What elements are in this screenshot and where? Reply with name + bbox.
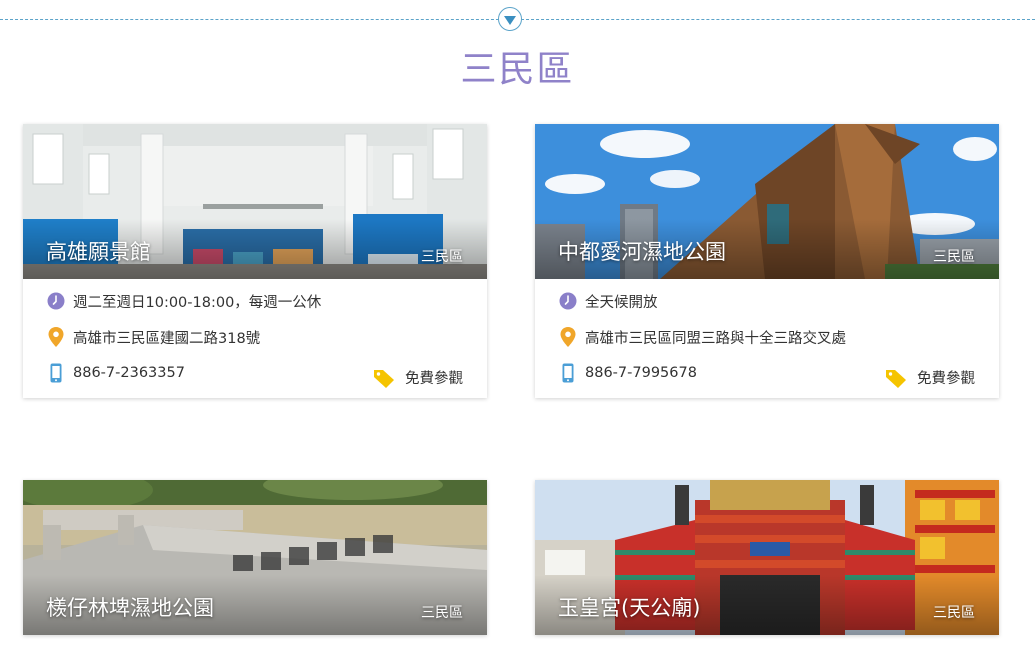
price-tag-icon xyxy=(373,368,395,388)
mobile-phone-icon xyxy=(47,363,65,383)
attraction-card[interactable]: 玉皇宮(天公廟) 三民區 xyxy=(535,480,999,635)
card-image[interactable]: 中都愛河濕地公園 三民區 xyxy=(535,124,999,279)
admission-fee: 免費參觀 xyxy=(373,367,463,388)
clock-icon xyxy=(47,291,65,311)
mobile-phone-icon xyxy=(559,363,577,383)
scroll-down-button[interactable] xyxy=(498,7,522,31)
clock-icon xyxy=(559,291,577,311)
fee-text: 免費參觀 xyxy=(405,371,463,387)
card-info: 週二至週日10:00-18:00，每週一公休 高雄市三民區建國二路318號 88… xyxy=(23,279,487,398)
address: 高雄市三民區同盟三路與十全三路交叉處 xyxy=(559,327,975,347)
district-badge: 三民區 xyxy=(933,249,975,265)
card-title[interactable]: 檨仔林埤濕地公園 xyxy=(46,592,214,622)
card-info: 全天候開放 高雄市三民區同盟三路與十全三路交叉處 886-7-7995678 免… xyxy=(535,279,999,398)
chevron-down-icon xyxy=(504,15,516,25)
phone-text[interactable]: 886-7-7995678 xyxy=(585,365,697,381)
fee-text: 免費參觀 xyxy=(917,371,975,387)
card-image[interactable]: 高雄願景館 三民區 xyxy=(23,124,487,279)
address: 高雄市三民區建國二路318號 xyxy=(47,327,463,347)
district-badge: 三民區 xyxy=(421,605,463,621)
address-text: 高雄市三民區建國二路318號 xyxy=(73,330,261,347)
hours-text: 全天候開放 xyxy=(585,294,658,311)
district-badge: 三民區 xyxy=(421,249,463,265)
opening-hours: 週二至週日10:00-18:00，每週一公休 xyxy=(47,291,463,311)
attraction-card[interactable]: 中都愛河濕地公園 三民區 全天候開放 高雄市三民區同盟三路與十全三路交叉處 88… xyxy=(535,124,999,398)
phone-text[interactable]: 886-7-2363357 xyxy=(73,365,185,381)
hours-text: 週二至週日10:00-18:00，每週一公休 xyxy=(73,294,322,311)
location-pin-icon xyxy=(559,327,577,347)
attraction-card[interactable]: 高雄願景館 三民區 週二至週日10:00-18:00，每週一公休 高雄市三民區建… xyxy=(23,124,487,398)
card-title[interactable]: 玉皇宮(天公廟) xyxy=(558,592,700,622)
price-tag-icon xyxy=(885,368,907,388)
location-pin-icon xyxy=(47,327,65,347)
opening-hours: 全天候開放 xyxy=(559,291,975,311)
card-image[interactable]: 玉皇宮(天公廟) 三民區 xyxy=(535,480,999,635)
card-title[interactable]: 中都愛河濕地公園 xyxy=(558,236,726,266)
address-text: 高雄市三民區同盟三路與十全三路交叉處 xyxy=(585,330,846,347)
card-title[interactable]: 高雄願景館 xyxy=(46,236,151,266)
section-title: 三民區 xyxy=(460,49,575,90)
attraction-card[interactable]: 檨仔林埤濕地公園 三民區 xyxy=(23,480,487,635)
district-badge: 三民區 xyxy=(933,605,975,621)
admission-fee: 免費參觀 xyxy=(885,367,975,388)
card-image[interactable]: 檨仔林埤濕地公園 三民區 xyxy=(23,480,487,635)
